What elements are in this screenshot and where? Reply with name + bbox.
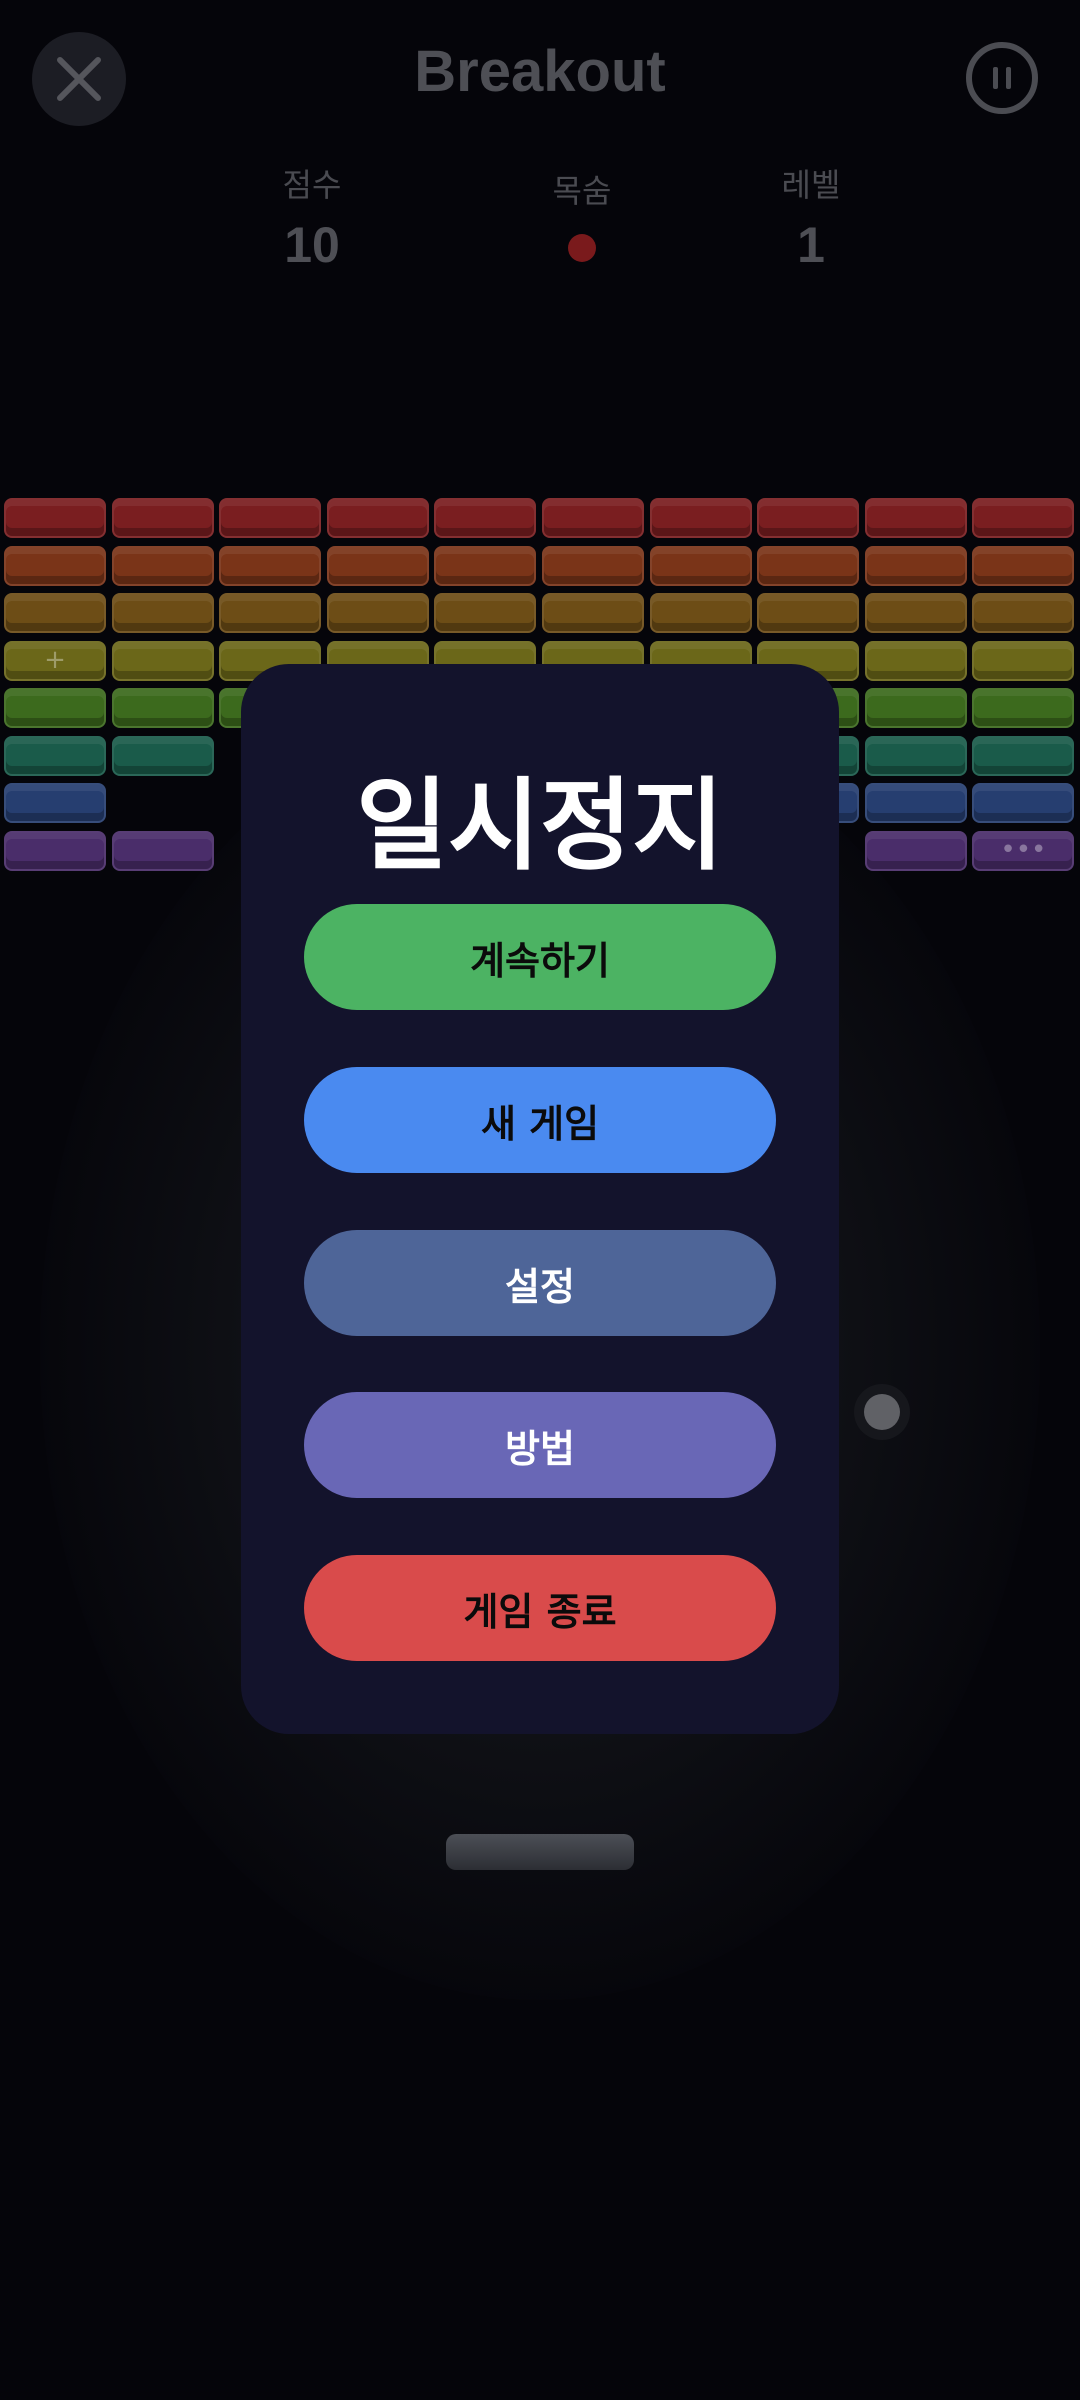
quit-button[interactable]: 게임 종료 bbox=[304, 1555, 776, 1661]
continue-button[interactable]: 계속하기 bbox=[304, 904, 776, 1010]
pause-title: 일시정지 bbox=[356, 767, 724, 884]
pause-dialog: 일시정지 계속하기새 게임설정방법게임 종료 bbox=[241, 664, 839, 1734]
how-to-button[interactable]: 방법 bbox=[304, 1392, 776, 1498]
new-game-button[interactable]: 새 게임 bbox=[304, 1067, 776, 1173]
settings-button[interactable]: 설정 bbox=[304, 1230, 776, 1336]
